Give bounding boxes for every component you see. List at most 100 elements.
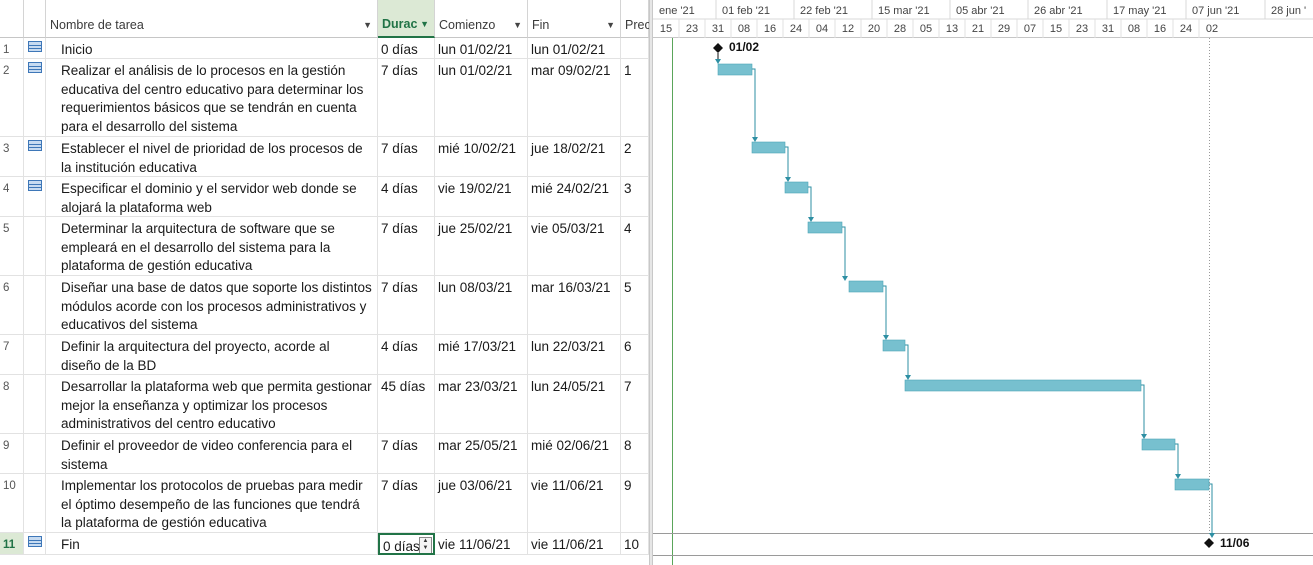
- row-id[interactable]: 9: [0, 434, 24, 474]
- predecessor-cell[interactable]: 10: [621, 533, 649, 555]
- finish-cell[interactable]: lun 24/05/21: [528, 375, 621, 434]
- row-id[interactable]: 1: [0, 38, 24, 59]
- task-bar[interactable]: [848, 280, 884, 293]
- duration-cell[interactable]: 0 días: [378, 38, 435, 59]
- row-id[interactable]: 8: [0, 375, 24, 434]
- task-row[interactable]: 9 Definir el proveedor de video conferenc…: [0, 434, 649, 474]
- duration-cell[interactable]: 7 días: [378, 276, 435, 335]
- task-bar[interactable]: [904, 379, 1142, 392]
- column-header-finish[interactable]: Fin ▼: [528, 0, 621, 38]
- task-row[interactable]: 1 Inicio 0 días lun 01/02/21 lun 01/02/21: [0, 38, 649, 59]
- predecessor-cell[interactable]: [621, 38, 649, 59]
- task-row[interactable]: 2 Realizar el análisis de lo procesos en …: [0, 59, 649, 137]
- task-bar[interactable]: [784, 181, 809, 194]
- chevron-down-icon[interactable]: ▼: [420, 19, 429, 29]
- task-row[interactable]: 11 Fin 0 días ▲ ▼ vie 11/06/21 vie 11/06/21 10: [0, 533, 649, 555]
- row-id[interactable]: 2: [0, 59, 24, 137]
- duration-cell[interactable]: 4 días: [378, 335, 435, 375]
- task-row[interactable]: 3 Establecer el nivel de prioridad de los…: [0, 137, 649, 177]
- finish-cell[interactable]: lun 01/02/21: [528, 38, 621, 59]
- task-row[interactable]: 5 Determinar la arquitectura de software …: [0, 217, 649, 276]
- start-cell[interactable]: vie 11/06/21: [435, 533, 528, 555]
- task-row[interactable]: 4 Especificar el dominio y el servidor we…: [0, 177, 649, 217]
- task-bar[interactable]: [717, 63, 753, 76]
- duration-cell[interactable]: 4 días: [378, 177, 435, 217]
- finish-cell[interactable]: vie 11/06/21: [528, 533, 621, 555]
- predecessor-cell[interactable]: 4: [621, 217, 649, 276]
- start-cell[interactable]: mié 17/03/21: [435, 335, 528, 375]
- start-cell[interactable]: mié 10/02/21: [435, 137, 528, 177]
- task-name-cell[interactable]: Establecer el nivel de prioridad de los …: [46, 137, 378, 177]
- finish-cell[interactable]: vie 05/03/21: [528, 217, 621, 276]
- duration-cell[interactable]: 0 días ▲ ▼: [378, 533, 435, 555]
- predecessor-cell[interactable]: 9: [621, 474, 649, 533]
- predecessor-cell[interactable]: 6: [621, 335, 649, 375]
- task-bar[interactable]: [1141, 438, 1176, 451]
- duration-cell[interactable]: 45 días: [378, 375, 435, 434]
- duration-cell[interactable]: 7 días: [378, 474, 435, 533]
- row-id[interactable]: 10: [0, 474, 24, 533]
- task-name-cell[interactable]: Definir la arquitectura del proyecto, ac…: [46, 335, 378, 375]
- finish-cell[interactable]: mié 24/02/21: [528, 177, 621, 217]
- task-bar[interactable]: [751, 141, 786, 154]
- column-header-name[interactable]: Nombre de tarea ▼: [46, 0, 378, 38]
- start-cell[interactable]: jue 25/02/21: [435, 217, 528, 276]
- task-name-cell[interactable]: Inicio: [46, 38, 378, 59]
- finish-cell[interactable]: mar 09/02/21: [528, 59, 621, 137]
- predecessor-cell[interactable]: 1: [621, 59, 649, 137]
- task-name-cell[interactable]: Desarrollar la plataforma web que permit…: [46, 375, 378, 434]
- row-id[interactable]: 7: [0, 335, 24, 375]
- row-id[interactable]: 5: [0, 217, 24, 276]
- start-cell[interactable]: mar 25/05/21: [435, 434, 528, 474]
- start-cell[interactable]: lun 01/02/21: [435, 59, 528, 137]
- finish-cell[interactable]: jue 18/02/21: [528, 137, 621, 177]
- chevron-down-icon[interactable]: ▼: [513, 20, 522, 30]
- indicators-column-header[interactable]: i: [24, 0, 67, 38]
- start-cell[interactable]: vie 19/02/21: [435, 177, 528, 217]
- task-row[interactable]: 6 Diseñar una base de datos que soporte l…: [0, 276, 649, 335]
- spin-up-icon[interactable]: ▲: [420, 538, 431, 545]
- predecessor-cell[interactable]: 7: [621, 375, 649, 434]
- duration-cell[interactable]: 7 días: [378, 217, 435, 276]
- column-header-start[interactable]: Comienzo ▼: [435, 0, 528, 38]
- task-name-cell[interactable]: Realizar el análisis de lo procesos en l…: [46, 59, 378, 137]
- predecessor-cell[interactable]: 5: [621, 276, 649, 335]
- chevron-down-icon[interactable]: ▼: [363, 20, 372, 30]
- select-all-corner[interactable]: [0, 0, 24, 38]
- task-name-cell[interactable]: Implementar los protocolos de pruebas pa…: [46, 474, 378, 533]
- column-header-predecessors[interactable]: Prec: [621, 0, 649, 38]
- task-bar[interactable]: [807, 221, 843, 234]
- chevron-down-icon[interactable]: ▼: [606, 20, 615, 30]
- start-cell[interactable]: jue 03/06/21: [435, 474, 528, 533]
- finish-cell[interactable]: mar 16/03/21: [528, 276, 621, 335]
- column-header-duration[interactable]: Durac ▼: [378, 0, 435, 38]
- task-name-cell[interactable]: Especificar el dominio y el servidor web…: [46, 177, 378, 217]
- row-id[interactable]: 6: [0, 276, 24, 335]
- task-name-cell[interactable]: Diseñar una base de datos que soporte lo…: [46, 276, 378, 335]
- task-row[interactable]: 10 Implementar los protocolos de pruebas …: [0, 474, 649, 533]
- start-cell[interactable]: lun 08/03/21: [435, 276, 528, 335]
- finish-cell[interactable]: lun 22/03/21: [528, 335, 621, 375]
- task-bar[interactable]: [882, 339, 906, 352]
- predecessor-cell[interactable]: 3: [621, 177, 649, 217]
- task-row[interactable]: 7 Definir la arquitectura del proyecto, a…: [0, 335, 649, 375]
- row-id[interactable]: 4: [0, 177, 24, 217]
- predecessor-cell[interactable]: 8: [621, 434, 649, 474]
- row-id[interactable]: 3: [0, 137, 24, 177]
- duration-spinner[interactable]: ▲ ▼: [419, 537, 432, 553]
- predecessor-cell[interactable]: 2: [621, 137, 649, 177]
- start-cell[interactable]: lun 01/02/21: [435, 38, 528, 59]
- finish-cell[interactable]: mié 02/06/21: [528, 434, 621, 474]
- duration-cell[interactable]: 7 días: [378, 59, 435, 137]
- duration-cell[interactable]: 7 días: [378, 434, 435, 474]
- task-name-cell[interactable]: Definir el proveedor de video conferenci…: [46, 434, 378, 474]
- task-bar[interactable]: [1174, 478, 1210, 491]
- spin-down-icon[interactable]: ▼: [420, 545, 431, 552]
- task-name-cell[interactable]: Fin: [46, 533, 378, 555]
- row-id[interactable]: 11: [0, 533, 24, 555]
- duration-cell[interactable]: 7 días: [378, 137, 435, 177]
- finish-cell[interactable]: vie 11/06/21: [528, 474, 621, 533]
- task-name-cell[interactable]: Determinar la arquitectura de software q…: [46, 217, 378, 276]
- start-cell[interactable]: mar 23/03/21: [435, 375, 528, 434]
- task-row[interactable]: 8 Desarrollar la plataforma web que permi…: [0, 375, 649, 434]
